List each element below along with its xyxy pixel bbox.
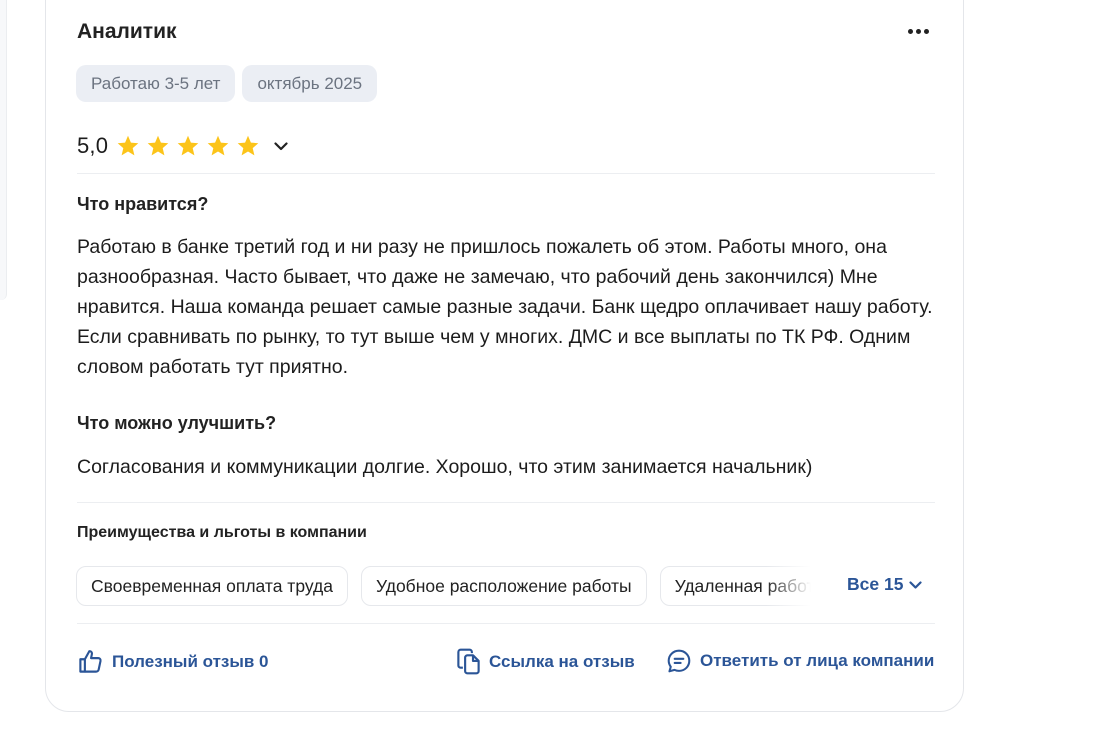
comment-icon <box>667 649 691 673</box>
likes-text: Работаю в банке третий год и ни разу не … <box>77 236 933 378</box>
show-all-label: Все 15 <box>847 574 904 594</box>
improve-heading: Что можно улучшить? <box>77 413 277 433</box>
star-icon <box>177 135 199 156</box>
benefits-list: Своевременная оплата труда Удобное распо… <box>76 566 811 606</box>
benefit-chip[interactable]: Своевременная оплата труда <box>76 566 348 606</box>
divider <box>77 173 935 174</box>
divider <box>77 502 935 503</box>
copy-icon <box>457 648 480 675</box>
star-icon <box>117 135 139 156</box>
benefit-chip[interactable]: Удаленная работа <box>659 566 811 606</box>
rating-row: 5,0 <box>77 130 292 162</box>
experience-tag: Работаю 3-5 лет <box>76 65 236 102</box>
review-title: Аналитик <box>77 20 177 43</box>
chevron-down-icon <box>909 580 923 589</box>
review-tags: Работаю 3-5 лет октябрь 2025 <box>76 65 378 102</box>
chevron-down-icon <box>274 141 288 150</box>
helpful-review-label: Полезный отзыв 0 <box>112 651 269 671</box>
benefits-heading: Преимущества и льготы в компании <box>77 524 367 541</box>
star-icon <box>147 135 169 156</box>
rating-details-toggle[interactable] <box>270 135 292 157</box>
star-icon <box>237 135 259 156</box>
page-left-panel-edge <box>0 0 7 300</box>
benefit-chip[interactable]: Удобное расположение работы <box>360 566 647 606</box>
reply-as-company-label: Ответить от лица компании <box>700 651 935 670</box>
show-all-benefits-button[interactable]: Все 15 <box>847 574 923 595</box>
thumbs-up-icon <box>79 650 102 673</box>
helpful-review-button[interactable]: Полезный отзыв 0 <box>77 648 269 675</box>
rating-stars <box>116 134 260 158</box>
copy-review-link-button[interactable]: Ссылка на отзыв <box>456 648 635 675</box>
reply-as-company-button[interactable]: Ответить от лица компании <box>666 648 934 674</box>
likes-heading: Что нравится? <box>77 194 209 214</box>
copy-review-link-label: Ссылка на отзыв <box>489 651 635 671</box>
more-options-button[interactable] <box>902 18 934 44</box>
improve-text: Согласования и коммуникации долгие. Хоро… <box>77 456 813 478</box>
divider <box>77 623 935 624</box>
more-icon <box>907 28 929 34</box>
star-icon <box>207 135 229 156</box>
date-tag: октябрь 2025 <box>242 65 378 102</box>
rating-value: 5,0 <box>77 133 109 158</box>
